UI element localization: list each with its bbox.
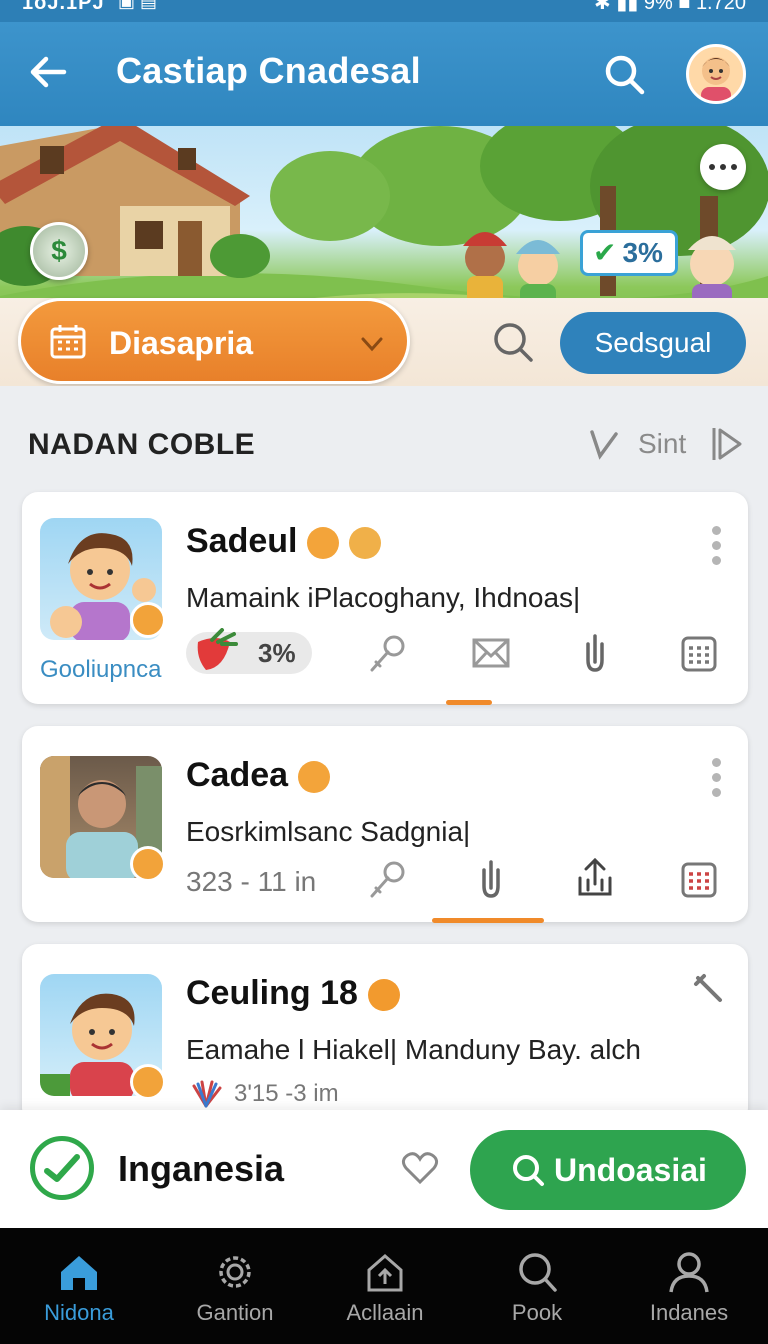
action-label: Inganesia <box>118 1148 285 1189</box>
card-accent <box>432 918 544 923</box>
item-title: Sadeul <box>186 522 382 561</box>
item-title: Cadea <box>186 756 331 795</box>
item-description: Eamahe l Hiakel| Manduny Bay. alch <box>186 1034 641 1065</box>
user-avatar[interactable] <box>686 44 746 104</box>
creature-emoji-icon <box>349 527 382 560</box>
item-title: Ceuling 18 <box>186 974 400 1013</box>
signal-icon: ✱ ▮▮ <box>593 0 644 14</box>
play-next-icon[interactable] <box>708 424 744 464</box>
action-bar: Inganesia Undoasiai <box>0 1110 768 1228</box>
fan-icon <box>192 1080 222 1108</box>
item-description: Mamaink iPlacoghany, Ihdnoas| <box>186 582 581 613</box>
heart-icon[interactable] <box>400 1150 440 1186</box>
progress-pill: 3% <box>186 628 312 674</box>
status-bar: 1oJ.1PJ ▣ ▤ ✱ ▮▮ 9% ■ 1.720 <box>0 0 768 22</box>
sun-emoji-icon <box>367 979 400 1012</box>
sort-label[interactable]: Sint <box>638 428 686 460</box>
profile-icon <box>669 1252 709 1293</box>
surprised-emoji-icon <box>298 761 331 794</box>
search-icon <box>513 1155 544 1186</box>
touch-icon[interactable] <box>574 632 616 674</box>
home-icon <box>61 1256 97 1290</box>
page-title: Castiap Cnadesal <box>116 50 421 91</box>
status-right: ✱ ▮▮ 9% ■ 1.720 <box>594 0 746 13</box>
strawberry-icon <box>197 628 238 670</box>
grin-emoji-icon <box>307 527 340 560</box>
notification-icons: ▣ ▤ <box>118 0 158 11</box>
home-upload-icon <box>367 1254 403 1292</box>
verified-badge-icon <box>130 846 166 882</box>
item-description: Eosrkimlsanc Sadgnia| <box>186 816 471 847</box>
nav-item-actions[interactable]: Acllaain <box>308 1228 462 1344</box>
item-name: Ceuling 18 <box>186 974 358 1012</box>
nav-item-settings[interactable]: Gantion <box>158 1228 312 1344</box>
touch-icon[interactable] <box>470 858 512 900</box>
card-accent <box>446 700 492 705</box>
bottom-navigation: Nidona Gantion Acllaain Pook Indanes <box>0 1228 768 1344</box>
check-circle-icon[interactable] <box>30 1136 94 1200</box>
nav-item-profile[interactable]: Indanes <box>612 1228 766 1344</box>
battery-level: 9% <box>643 0 673 14</box>
calendar-icon <box>50 325 86 359</box>
coin-icon[interactable]: $ <box>30 222 88 280</box>
thumbnail-caption: Gooliupnca <box>40 656 162 683</box>
status-clock: 1.720 <box>695 0 746 14</box>
item-stat: 323 - 11 in <box>186 866 317 897</box>
hero-banner: $ ✔ 3% Diasapria Sedsgual <box>0 126 768 386</box>
progress-value: 3% <box>258 638 296 668</box>
battery-icon: ■ <box>678 0 696 14</box>
progress-badge: ✔ 3% <box>580 230 678 276</box>
app-bar: Castiap Cnadesal <box>0 22 768 126</box>
calculator-icon[interactable] <box>678 858 720 900</box>
status-time-left: 1oJ.1PJ <box>22 0 105 14</box>
nav-item-search[interactable]: Pook <box>460 1228 614 1344</box>
primary-cta-button[interactable]: Undoasiai <box>470 1130 746 1210</box>
nav-label: Acllaain <box>346 1300 424 1325</box>
microphone-icon[interactable] <box>366 858 408 900</box>
search-icon <box>519 1253 557 1292</box>
back-arrow-icon[interactable] <box>26 50 70 94</box>
share-icon[interactable] <box>574 856 616 898</box>
list-item[interactable]: Gooliupnca Sadeul Mamaink iPlacoghany, I… <box>22 492 748 705</box>
chevron-down-icon <box>361 337 383 352</box>
check-icon: ✔ <box>593 237 617 268</box>
item-name: Cadea <box>186 756 289 794</box>
badge-value: 3% <box>622 237 663 268</box>
item-name: Sadeul <box>186 522 298 560</box>
nav-item-home[interactable]: Nidona <box>2 1228 156 1344</box>
nav-label: Indanes <box>649 1300 729 1325</box>
cta-label: Undoasiai <box>554 1152 707 1188</box>
dot <box>731 164 737 170</box>
filter-bar: Diasapria Sedsgual <box>0 298 768 386</box>
nav-label: Gantion <box>196 1300 274 1325</box>
dot <box>709 164 715 170</box>
item-stat: 3'15 -3 im <box>234 1080 339 1107</box>
calculator-icon[interactable] <box>678 632 720 674</box>
edit-icon[interactable] <box>692 972 726 1006</box>
nav-label: Nidona <box>44 1300 114 1325</box>
dot <box>720 164 726 170</box>
category-dropdown[interactable]: Diasapria <box>18 298 410 384</box>
filter-button[interactable]: Sedsgual <box>560 312 746 374</box>
more-options-button[interactable] <box>700 144 746 190</box>
microphone-icon[interactable] <box>366 632 408 674</box>
section-title: NADAN COBLE <box>28 428 256 461</box>
list-item[interactable]: Ceuling 18 Eamahe l Hiakel| Manduny Bay.… <box>22 944 748 1124</box>
mail-icon[interactable] <box>470 632 512 674</box>
nav-label: Pook <box>511 1300 563 1325</box>
dropdown-label: Diasapria <box>109 325 254 361</box>
gear-icon <box>219 1256 251 1288</box>
kebab-menu-icon[interactable] <box>712 758 722 797</box>
filter-search-icon[interactable] <box>488 318 536 366</box>
sort-icon[interactable] <box>586 424 620 464</box>
search-icon[interactable] <box>600 50 648 98</box>
kebab-menu-icon[interactable] <box>712 526 722 565</box>
verified-badge-icon <box>130 602 166 638</box>
verified-badge-icon <box>130 1064 166 1100</box>
list-item[interactable]: Cadea Eosrkimlsanc Sadgnia| 323 - 11 in <box>22 726 748 923</box>
